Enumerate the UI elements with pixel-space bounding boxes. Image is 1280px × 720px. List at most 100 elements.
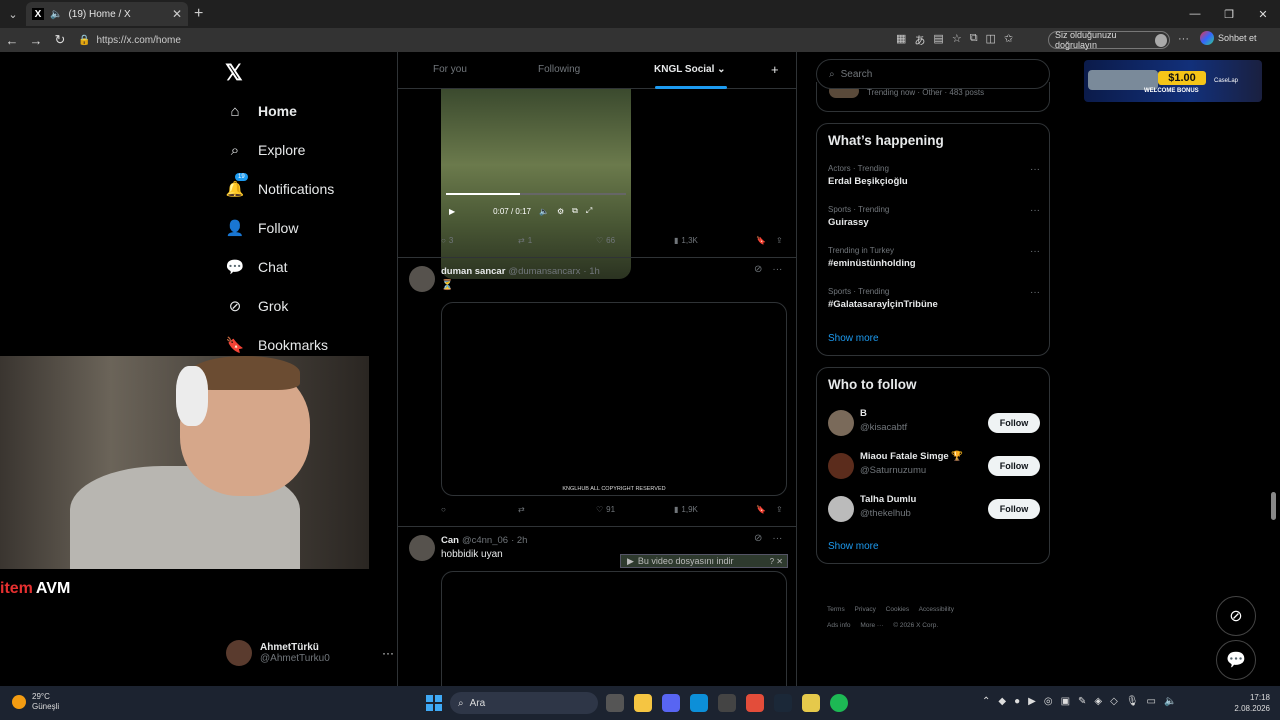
microphone-icon[interactable]: 🎙 [1126, 696, 1139, 707]
trend-item[interactable]: Actors · Trending Erdal Beşikçioğlu ··· [828, 164, 1040, 187]
extension-icon[interactable]: ⧉ [970, 32, 978, 48]
forward-icon[interactable]: → [24, 33, 48, 48]
add-tab-icon[interactable]: + [771, 62, 779, 77]
grok-icon[interactable]: ⊘ [754, 264, 762, 275]
scrollbar[interactable] [1270, 52, 1278, 686]
share-icon[interactable]: ⇪ [776, 505, 783, 514]
url-field[interactable]: 🔒 https://x.com/home [78, 31, 888, 49]
show-more-link[interactable]: Show more [828, 541, 879, 552]
tray-app-icon[interactable]: ◈ [1094, 696, 1102, 707]
ad-banner[interactable]: $1.00 WELCOME BONUS CaseLap [1084, 60, 1262, 102]
network-icon[interactable]: ▭ [1147, 696, 1156, 707]
spotify-icon[interactable] [830, 694, 848, 712]
clock[interactable]: 17:18 2.08.2026 [1232, 692, 1270, 714]
refresh-icon[interactable]: ↻ [48, 32, 72, 48]
author-name[interactable]: duman sancar [441, 266, 505, 277]
reply-button[interactable]: ○ [441, 505, 518, 514]
tab-close-icon[interactable]: ✕ [172, 7, 182, 21]
repost-button[interactable]: ⇄ [518, 505, 596, 514]
reply-button[interactable]: ○ 3 [441, 236, 518, 245]
more-icon[interactable]: ··· [382, 646, 394, 660]
follow-suggestion[interactable]: Talha Dumlu @thekelhub Follow [828, 492, 1040, 524]
views-button[interactable]: ▮ 1,3K [674, 236, 756, 245]
follow-button[interactable]: Follow [988, 456, 1040, 476]
file-explorer-icon[interactable] [634, 694, 652, 712]
trend-item[interactable]: Sports · Trending Guirassy ··· [828, 205, 1040, 228]
minimize-icon[interactable]: — [1178, 0, 1212, 28]
copilot-chat-button[interactable]: Sohbet et [1200, 31, 1257, 45]
x-logo-icon[interactable]: 𝕏 [225, 60, 243, 86]
account-switcher[interactable]: AhmetTürkü @AhmetTurku0 ··· [226, 640, 394, 666]
trend-item[interactable]: Trending in Turkey #eminüstünholding ··· [828, 246, 1040, 269]
favorites-bar-icon[interactable]: ✩ [1004, 32, 1013, 48]
tab-kngl-social[interactable]: KNGL Social ⌄ [654, 64, 726, 75]
follow-suggestion[interactable]: Miaou Fatale Simge 🏆 @Saturnuzumu Follow [828, 449, 1040, 481]
post-media[interactable] [441, 571, 787, 686]
browser-menu-icon[interactable]: ··· [1178, 33, 1189, 45]
task-view-icon[interactable] [606, 694, 624, 712]
more-icon[interactable]: ··· [1030, 205, 1040, 216]
follow-button[interactable]: Follow [988, 413, 1040, 433]
tray-app-icon[interactable]: ◎ [1044, 696, 1053, 707]
search-input[interactable]: ⌕ Search [816, 59, 1050, 89]
tray-app-icon[interactable]: ▶ [1028, 696, 1036, 707]
grok-fab[interactable]: ⊘ [1216, 596, 1256, 636]
split-icon[interactable]: ◫ [986, 32, 996, 48]
like-button[interactable]: ♡ 66 [596, 236, 674, 245]
sidebar-item-explore[interactable]: ⌕ Explore [226, 141, 306, 159]
more-icon[interactable]: ··· [772, 533, 782, 544]
chrome-icon[interactable] [746, 694, 764, 712]
reader-icon[interactable]: ▤ [933, 32, 943, 48]
sidebar-item-follow[interactable]: 👤 Follow [226, 219, 299, 237]
sidebar-item-chat[interactable]: 💬 Chat [226, 258, 288, 276]
tray-app-icon[interactable]: ✎ [1078, 696, 1086, 707]
tab-following[interactable]: Following [538, 64, 580, 75]
download-video-bar[interactable]: ▶ Bu video dosyasını indir ? ✕ [620, 554, 788, 568]
popout-icon[interactable]: ⧉ [572, 206, 578, 216]
start-button-icon[interactable] [426, 695, 442, 711]
like-button[interactable]: ♡ 91 [596, 505, 674, 514]
app-icon[interactable] [718, 694, 736, 712]
more-icon[interactable]: ··· [1030, 164, 1040, 175]
follow-button[interactable]: Follow [988, 499, 1040, 519]
new-tab-icon[interactable]: + [194, 5, 203, 23]
back-icon[interactable]: ← [0, 33, 24, 48]
tray-app-icon[interactable]: ● [1014, 696, 1020, 707]
chat-fab[interactable]: 💬 [1216, 640, 1256, 680]
steam-icon[interactable] [774, 694, 792, 712]
browser-tab[interactable]: X 🔈 (19) Home / X ✕ [26, 2, 188, 26]
volume-icon[interactable]: 🔈 [539, 207, 549, 216]
sidebar-item-home[interactable]: ⌂ Home [226, 102, 296, 120]
tray-app-icon[interactable]: ◇ [1110, 696, 1118, 707]
weather-widget[interactable]: 29°C Güneşli [12, 692, 59, 712]
window-close-icon[interactable]: ✕ [1246, 0, 1280, 28]
discord-icon[interactable] [662, 694, 680, 712]
trend-item[interactable]: Sports · Trending #GalatasarayİçinTribün… [828, 287, 1040, 310]
author-name[interactable]: Can [441, 535, 459, 546]
grok-icon[interactable]: ⊘ [754, 533, 762, 544]
more-icon[interactable]: ··· [772, 264, 782, 275]
fullscreen-icon[interactable]: ⤢ [586, 206, 592, 216]
restore-icon[interactable]: ❐ [1212, 0, 1246, 28]
tab-list-chevron-icon[interactable]: ⌄ [0, 0, 26, 28]
sidebar-item-grok[interactable]: ⊘ Grok [226, 297, 289, 315]
translate-icon[interactable]: あ [914, 32, 925, 48]
bookmark-button[interactable]: 🔖 [756, 505, 776, 514]
volume-icon[interactable]: 🔈 [1164, 696, 1176, 707]
scrollbar-thumb[interactable] [1271, 492, 1276, 520]
post-media[interactable]: KNGLHUB ALL COPYRIGHT RESERVED [441, 302, 787, 496]
sidebar-item-bookmarks[interactable]: 🔖 Bookmarks [226, 336, 328, 354]
settings-icon[interactable]: ⚙ [557, 207, 564, 216]
show-more-link[interactable]: Show more [828, 333, 879, 344]
notes-icon[interactable] [802, 694, 820, 712]
sidebar-item-notifications[interactable]: 🔔 19 Notifications [226, 173, 334, 198]
apps-icon[interactable]: ▦ [896, 32, 906, 48]
repost-button[interactable]: ⇄ 1 [518, 236, 596, 245]
tray-app-icon[interactable]: ◆ [998, 696, 1006, 707]
video-player[interactable]: ▶ 0:07 / 0:17 🔈 ⚙ ⧉ ⤢ [441, 89, 631, 279]
video-progress[interactable] [446, 193, 626, 195]
share-icon[interactable]: ⇪ [776, 236, 783, 245]
edge-icon[interactable] [690, 694, 708, 712]
favorite-icon[interactable]: ☆ [952, 32, 962, 48]
verify-identity-button[interactable]: Siz olduğunuzu doğrulayın [1048, 30, 1170, 50]
